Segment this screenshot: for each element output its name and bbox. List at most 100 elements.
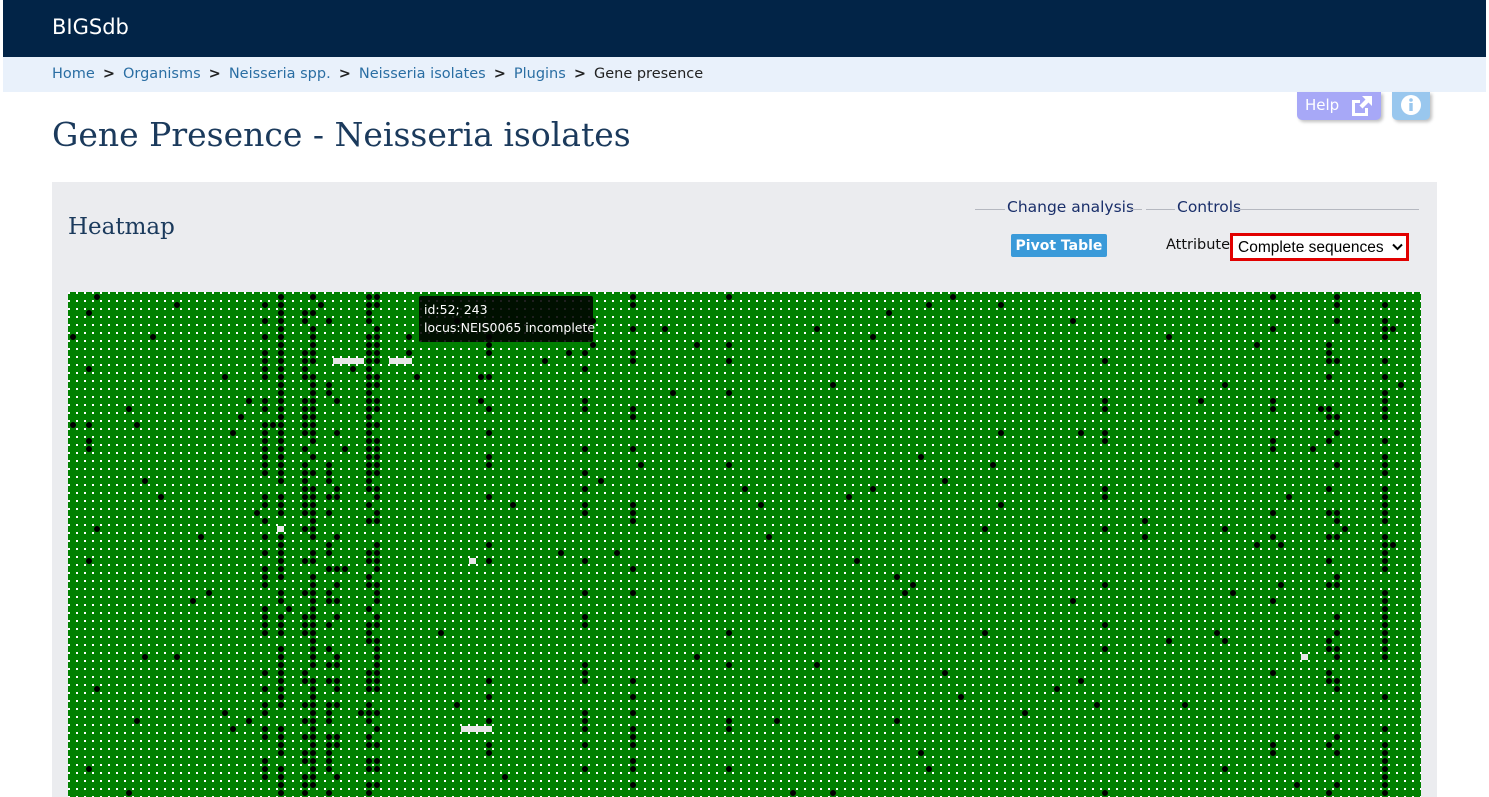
heatmap-cell-incomplete[interactable] (333, 358, 364, 364)
heatmap-cell-absent[interactable] (278, 358, 284, 364)
heatmap-cell-absent[interactable] (310, 742, 316, 748)
heatmap-cell-absent[interactable] (310, 654, 316, 660)
heatmap-cell-absent[interactable] (1334, 678, 1340, 684)
heatmap-cell-absent[interactable] (414, 374, 420, 380)
heatmap-cell-absent[interactable] (262, 454, 268, 460)
heatmap-cell-absent[interactable] (694, 342, 700, 348)
heatmap-cell-absent[interactable] (1334, 462, 1340, 468)
heatmap-cell-absent[interactable] (374, 686, 380, 692)
heatmap-cell-absent[interactable] (86, 366, 92, 372)
heatmap-cell-absent[interactable] (486, 718, 492, 724)
heatmap-cell-absent[interactable] (262, 574, 268, 580)
heatmap-cell-absent[interactable] (270, 422, 276, 428)
heatmap-cell-absent[interactable] (278, 678, 284, 684)
heatmap-cell-absent[interactable] (1342, 526, 1348, 532)
heatmap-cell-absent[interactable] (1382, 502, 1388, 508)
heatmap-cell-absent[interactable] (1382, 654, 1388, 660)
heatmap-cell-absent[interactable] (302, 494, 308, 500)
heatmap-cell-absent[interactable] (1382, 318, 1388, 324)
heatmap-cell-absent[interactable] (310, 510, 316, 516)
heatmap-cell-absent[interactable] (366, 366, 372, 372)
heatmap-cell-absent[interactable] (1270, 670, 1276, 676)
heatmap-cell-absent[interactable] (374, 462, 380, 468)
heatmap-cell-absent[interactable] (1326, 678, 1332, 684)
heatmap-cell-absent[interactable] (326, 758, 332, 764)
attribute-select[interactable]: Complete sequences (1230, 233, 1409, 261)
heatmap-cell-absent[interactable] (310, 574, 316, 580)
heatmap-cell-absent[interactable] (326, 598, 332, 604)
heatmap-cell-absent[interactable] (374, 510, 380, 516)
heatmap-cell-absent[interactable] (278, 654, 284, 660)
heatmap-cell-absent[interactable] (278, 558, 284, 564)
heatmap-cell-absent[interactable] (1382, 790, 1388, 796)
heatmap-cell-absent[interactable] (366, 302, 372, 308)
heatmap-cell-absent[interactable] (1326, 742, 1332, 748)
heatmap-cell-absent[interactable] (310, 710, 316, 716)
heatmap-cell-absent[interactable] (262, 702, 268, 708)
heatmap-cell-absent[interactable] (1326, 534, 1332, 540)
heatmap-cell-absent[interactable] (726, 294, 732, 300)
heatmap-cell-absent[interactable] (374, 486, 380, 492)
heatmap-cell-absent[interactable] (374, 302, 380, 308)
heatmap-cell-absent[interactable] (326, 750, 332, 756)
heatmap-cell-absent[interactable] (302, 630, 308, 636)
heatmap-cell-absent[interactable] (310, 774, 316, 780)
heatmap-cell-absent[interactable] (262, 366, 268, 372)
heatmap-cell-absent[interactable] (630, 414, 636, 420)
heatmap-cell-absent[interactable] (1334, 582, 1340, 588)
heatmap-cell-absent[interactable] (630, 350, 636, 356)
heatmap-cell-absent[interactable] (894, 718, 900, 724)
heatmap-cell-absent[interactable] (1390, 542, 1396, 548)
heatmap-cell-absent[interactable] (870, 486, 876, 492)
heatmap-cell-absent[interactable] (278, 790, 284, 796)
heatmap-cell-absent[interactable] (582, 670, 588, 676)
heatmap-cell-absent[interactable] (278, 342, 284, 348)
heatmap-cell-absent[interactable] (1382, 694, 1388, 700)
heatmap-cell-absent[interactable] (1382, 758, 1388, 764)
heatmap-cell-absent[interactable] (630, 734, 636, 740)
heatmap-cell-absent[interactable] (326, 742, 332, 748)
heatmap-cell-absent[interactable] (630, 446, 636, 452)
heatmap-cell-absent[interactable] (630, 726, 636, 732)
heatmap-cell-absent[interactable] (374, 638, 380, 644)
heatmap-cell-absent[interactable] (1222, 526, 1228, 532)
heatmap-cell-absent[interactable] (1270, 534, 1276, 540)
heatmap-cell-absent[interactable] (278, 334, 284, 340)
heatmap-cell-absent[interactable] (742, 486, 748, 492)
heatmap-cell-absent[interactable] (774, 718, 780, 724)
heatmap-cell-absent[interactable] (278, 510, 284, 516)
heatmap-cell-absent[interactable] (1326, 790, 1332, 796)
heatmap-cell-absent[interactable] (158, 494, 164, 500)
heatmap-cell-absent[interactable] (310, 398, 316, 404)
heatmap-cell-absent[interactable] (262, 334, 268, 340)
heatmap-cell-absent[interactable] (582, 726, 588, 732)
heatmap-cell-absent[interactable] (582, 622, 588, 628)
heatmap-cell-absent[interactable] (590, 342, 596, 348)
heatmap-cell-absent[interactable] (262, 622, 268, 628)
heatmap-cell-absent[interactable] (278, 694, 284, 700)
heatmap-cell-absent[interactable] (326, 462, 332, 468)
heatmap-cell-absent[interactable] (310, 374, 316, 380)
heatmap-cell-absent[interactable] (694, 654, 700, 660)
heatmap-cell-absent[interactable] (830, 382, 836, 388)
heatmap-cell-absent[interactable] (278, 726, 284, 732)
heatmap-cell-absent[interactable] (1102, 582, 1108, 588)
heatmap-cell-absent[interactable] (1382, 638, 1388, 644)
heatmap-cell-absent[interactable] (174, 302, 180, 308)
heatmap-cell-absent[interactable] (310, 694, 316, 700)
heatmap-cell-absent[interactable] (366, 782, 372, 788)
heatmap-cell-absent[interactable] (1382, 406, 1388, 412)
heatmap-cell-absent[interactable] (582, 662, 588, 668)
heatmap-cell-absent[interactable] (262, 550, 268, 556)
heatmap-cell-absent[interactable] (334, 582, 340, 588)
heatmap-cell-absent[interactable] (374, 558, 380, 564)
heatmap-cell-absent[interactable] (1382, 470, 1388, 476)
heatmap-cell-absent[interactable] (1398, 382, 1404, 388)
heatmap-cell-absent[interactable] (1142, 518, 1148, 524)
heatmap-cell-absent[interactable] (582, 446, 588, 452)
heatmap-cell-absent[interactable] (302, 614, 308, 620)
heatmap-cell-absent[interactable] (814, 662, 820, 668)
heatmap-cell-absent[interactable] (486, 350, 492, 356)
heatmap-cell-absent[interactable] (982, 630, 988, 636)
heatmap-cell-absent[interactable] (150, 334, 156, 340)
